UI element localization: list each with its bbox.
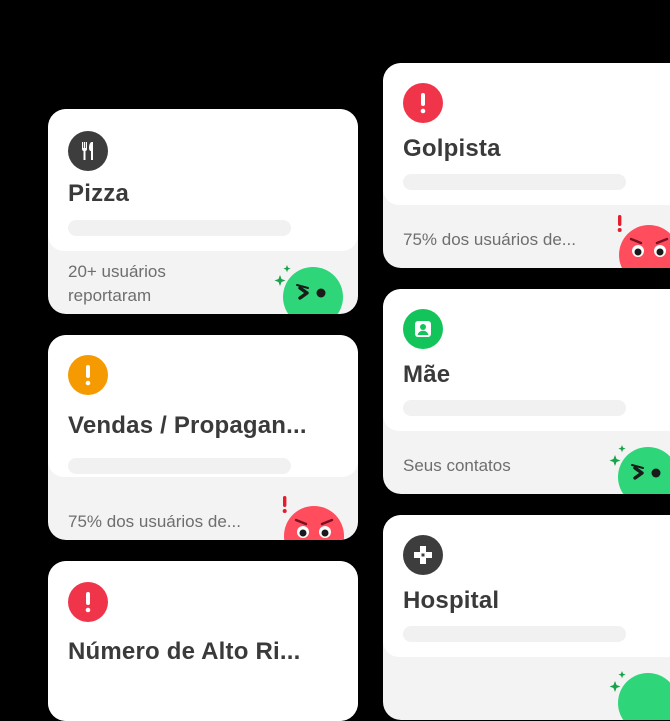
- card-title: Número de Alto Ri...: [68, 638, 301, 665]
- card-footer: [383, 657, 670, 720]
- card-footer: 75% dos usuários de...: [48, 477, 358, 540]
- risk-face-icon: [282, 496, 344, 540]
- card-header: Golpista: [383, 63, 670, 205]
- card-pizza[interactable]: Pizza 20+ usuários reportaram: [48, 109, 358, 314]
- card-title: Hospital: [403, 587, 500, 614]
- placeholder-bar: [68, 458, 291, 474]
- safe-face-icon: [609, 671, 670, 720]
- card-hospital[interactable]: Hospital: [383, 515, 670, 720]
- placeholder-bar: [403, 626, 626, 642]
- fork-knife-icon: [68, 131, 108, 171]
- card-footer: 20+ usuários reportaram: [48, 251, 358, 314]
- card-footer: Seus contatos: [383, 431, 670, 494]
- card-header: Pizza: [48, 109, 358, 251]
- exclamation-icon: [68, 582, 108, 622]
- card-subtitle: 20+ usuários reportaram: [68, 260, 166, 308]
- placeholder-bar: [68, 220, 291, 236]
- card-mae[interactable]: Mãe Seus contatos: [383, 289, 670, 494]
- placeholder-bar: [403, 174, 626, 190]
- card-subtitle: 75% dos usuários de...: [68, 512, 241, 531]
- card-header: Número de Alto Ri...: [48, 561, 358, 721]
- card-title: Mãe: [403, 361, 451, 388]
- card-header: Hospital: [383, 515, 670, 657]
- card-header: Vendas / Propagan...: [48, 335, 358, 477]
- safe-face-icon: [274, 265, 343, 314]
- card-subtitle: Seus contatos: [403, 456, 511, 475]
- card-vendas-propaganda[interactable]: Vendas / Propagan... 75% dos usuários de…: [48, 335, 358, 540]
- person-icon: [403, 309, 443, 349]
- exclamation-icon: [68, 355, 108, 395]
- card-title: Vendas / Propagan...: [68, 412, 307, 439]
- card-title: Pizza: [68, 180, 130, 207]
- placeholder-bar: [403, 400, 626, 416]
- safe-face-icon: [609, 445, 670, 494]
- card-header: Mãe: [383, 289, 670, 431]
- card-footer: 75% dos usuários de...: [383, 205, 670, 268]
- card-golpista[interactable]: Golpista 75% dos usuários de...: [383, 63, 670, 268]
- card-title: Golpista: [403, 135, 501, 162]
- card-numero-alto-risco[interactable]: Número de Alto Ri...: [48, 561, 358, 721]
- card-subtitle-line2: reportaram: [68, 286, 152, 305]
- medical-cross-icon: [403, 535, 443, 575]
- risk-face-icon: [617, 215, 670, 268]
- card-subtitle: 75% dos usuários de...: [403, 230, 576, 249]
- card-subtitle-line1: 20+ usuários: [68, 262, 166, 281]
- exclamation-icon: [403, 83, 443, 123]
